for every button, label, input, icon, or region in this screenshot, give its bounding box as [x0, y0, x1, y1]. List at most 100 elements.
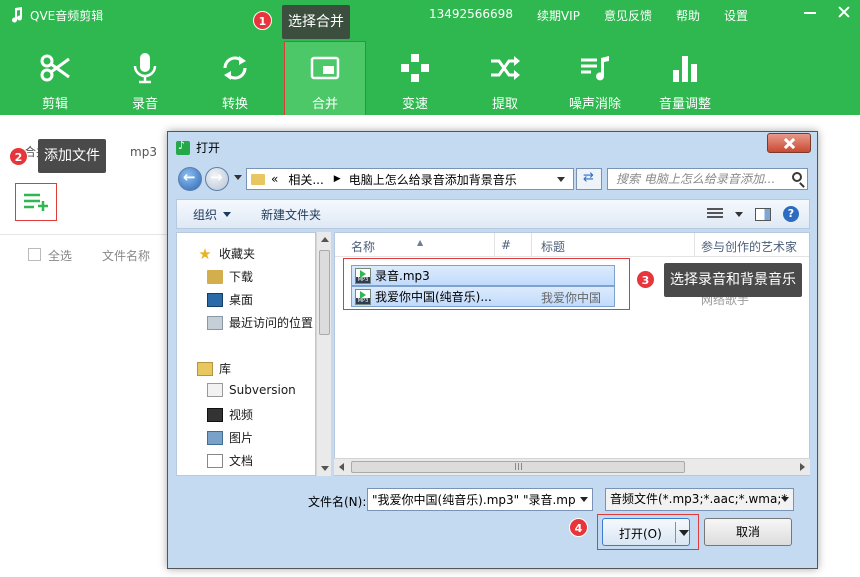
nav-recent[interactable]: 最近访问的位置 — [207, 314, 313, 331]
tool-record[interactable]: 录音 — [105, 42, 185, 115]
tool-speed[interactable]: 变速 — [375, 42, 455, 115]
view-controls: ? — [707, 206, 799, 222]
nav-pictures[interactable]: 图片 — [207, 429, 253, 446]
search-box[interactable] — [607, 168, 808, 190]
annotation-highlight-files — [343, 258, 630, 310]
tool-volume[interactable]: 音量调整 — [645, 42, 725, 115]
organize-menu[interactable]: 组织 — [193, 206, 232, 223]
nav-scroll-thumb[interactable] — [319, 250, 330, 335]
nav-videos[interactable]: 视频 — [207, 406, 253, 423]
tool-convert[interactable]: 转换 — [195, 42, 275, 115]
nav-documents[interactable]: 文档 — [207, 452, 253, 469]
preview-pane-icon[interactable] — [755, 207, 771, 221]
tool-denoise[interactable]: 噪声消除 — [555, 42, 635, 115]
window-controls — [804, 6, 850, 18]
nav-libraries[interactable]: 库 — [197, 360, 231, 377]
dialog-close-button[interactable] — [767, 133, 811, 153]
back-button[interactable] — [178, 167, 202, 191]
minimize-icon[interactable] — [804, 6, 816, 18]
output-format-value[interactable]: mp3 — [130, 145, 157, 159]
tool-extract[interactable]: 提取 — [465, 42, 545, 115]
dialog-title-bar: 打开 — [176, 139, 220, 156]
address-bar[interactable]: « 相关... ▶ 电脑上怎么给录音添加背景音乐 — [246, 168, 574, 190]
new-folder-button[interactable]: 新建文件夹 — [261, 206, 321, 223]
view-dropdown-icon[interactable] — [735, 211, 743, 217]
add-file-button[interactable] — [15, 183, 57, 221]
address-segment-2[interactable]: 电脑上怎么给录音添加背景音乐 — [349, 171, 517, 188]
tool-cut[interactable]: 剪辑 — [15, 42, 95, 115]
dialog-title: 打开 — [196, 141, 221, 155]
tool-convert-label: 转换 — [221, 97, 248, 112]
scroll-grip — [515, 463, 522, 470]
search-input[interactable] — [608, 169, 783, 189]
filename-dropdown-icon[interactable] — [576, 489, 592, 510]
main-toolbar: 剪辑 录音 转换 合并 变速 提取 噪声消除 音量调整 — [0, 41, 860, 116]
renew-vip-link[interactable]: 续期VIP — [537, 7, 580, 24]
view-list-icon[interactable] — [707, 208, 723, 220]
filename-input[interactable] — [368, 489, 576, 510]
download-folder-icon — [207, 269, 223, 284]
column-name[interactable]: 名称 — [351, 238, 375, 255]
nav-favorites[interactable]: ★ 收藏夹 — [197, 245, 255, 262]
address-segment-1[interactable]: 相关... — [288, 171, 323, 188]
tool-denoise-label: 噪声消除 — [568, 97, 621, 112]
column-divider[interactable] — [694, 233, 695, 257]
tool-merge-label: 合并 — [311, 97, 338, 112]
column-title[interactable]: 标题 — [541, 238, 565, 255]
address-prefix[interactable]: « — [271, 172, 278, 186]
filename-combobox[interactable] — [367, 488, 593, 511]
column-divider[interactable] — [494, 233, 495, 257]
command-bar: 组织 新建文件夹 ? — [176, 199, 810, 229]
tool-merge[interactable]: 合并 — [284, 41, 366, 116]
open-file-dialog: 打开 « 相关... ▶ 电脑上怎么给录音添加背景音乐 组织 新建文件夹 ? — [167, 131, 818, 569]
convert-icon — [223, 56, 247, 80]
nav-desktop-label: 桌面 — [229, 293, 254, 307]
nav-documents-label: 文档 — [229, 454, 254, 468]
nav-pane-scrollbar[interactable] — [316, 232, 331, 476]
music-note-icon — [12, 7, 23, 23]
search-icon[interactable] — [792, 172, 802, 182]
noise-icon — [581, 56, 609, 81]
recent-locations-caret-icon[interactable] — [234, 175, 242, 180]
nav-download[interactable]: 下载 — [207, 268, 253, 285]
nav-subversion[interactable]: Subversion — [207, 383, 296, 397]
refresh-button[interactable] — [576, 168, 602, 190]
recent-places-icon — [207, 315, 223, 330]
feedback-link[interactable]: 意见反馈 — [604, 7, 652, 24]
scroll-up-icon[interactable] — [321, 237, 329, 242]
file-type-select[interactable]: 音频文件(*.mp3;*.aac;*.wma;* — [605, 488, 794, 511]
annotation-tip-1: 选择合并 — [282, 5, 350, 39]
tool-volume-label: 音量调整 — [658, 97, 711, 112]
close-icon[interactable] — [838, 6, 850, 18]
user-phone: 13492566698 — [428, 7, 513, 21]
file-type-dropdown-icon[interactable] — [777, 489, 793, 510]
address-dropdown-icon[interactable] — [557, 177, 565, 182]
add-list-icon — [24, 193, 48, 211]
tool-cut-label: 剪辑 — [41, 97, 68, 112]
column-number[interactable]: # — [501, 238, 511, 252]
annotation-badge-4: 4 — [569, 518, 588, 537]
tool-record-label: 录音 — [131, 97, 158, 112]
help-icon[interactable]: ? — [783, 206, 799, 222]
settings-link[interactable]: 设置 — [724, 7, 748, 24]
filename-label: 文件名(N): — [308, 495, 367, 509]
scroll-left-icon[interactable] — [339, 463, 344, 471]
folder-icon — [251, 173, 265, 185]
nav-desktop[interactable]: 桌面 — [207, 291, 253, 308]
merge-icon — [310, 56, 340, 80]
file-list-hscrollbar[interactable] — [334, 458, 810, 475]
help-link[interactable]: 帮助 — [676, 7, 700, 24]
navigation-pane: ★ 收藏夹 下载 桌面 最近访问的位置 库 Subversion 视频 图片 文… — [176, 232, 316, 476]
cancel-button[interactable]: 取消 — [704, 518, 792, 546]
scroll-right-icon[interactable] — [800, 463, 805, 471]
select-all-checkbox[interactable] — [28, 248, 41, 261]
forward-button[interactable] — [205, 167, 229, 191]
scroll-down-icon[interactable] — [321, 466, 329, 471]
annotation-badge-3: 3 — [636, 270, 655, 289]
nav-favorites-label: 收藏夹 — [219, 247, 256, 261]
top-links: 13492566698 续期VIP 意见反馈 帮助 设置 — [429, 7, 748, 24]
column-divider[interactable] — [531, 233, 532, 257]
nav-download-label: 下载 — [229, 270, 254, 284]
column-artist[interactable]: 参与创作的艺术家 — [701, 238, 797, 255]
picture-icon — [207, 430, 223, 445]
